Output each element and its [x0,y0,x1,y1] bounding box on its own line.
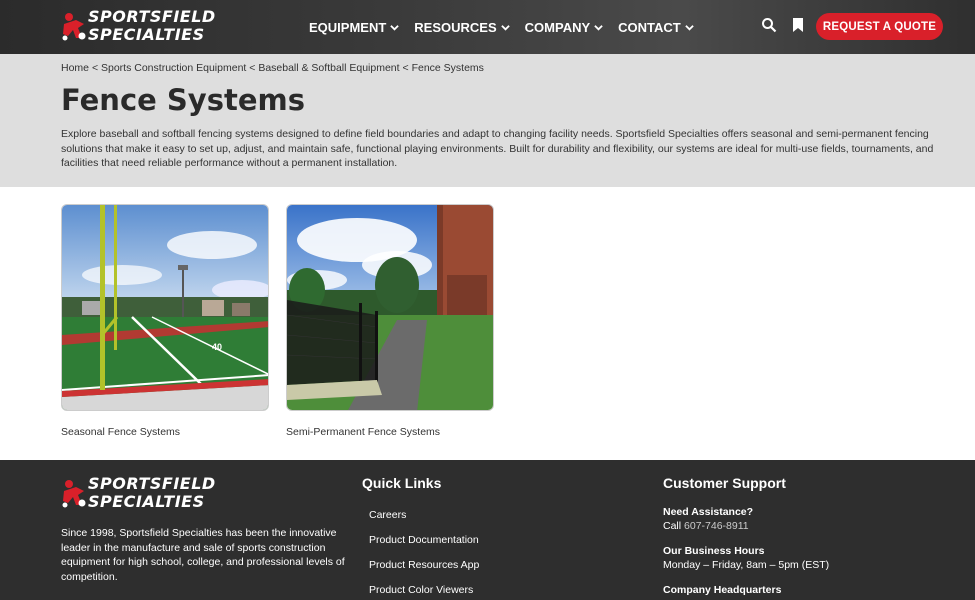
breadcrumb-home[interactable]: Home [61,62,89,74]
site-logo[interactable]: SPORTSFIELD SPECIALTIES [60,8,215,46]
nav-company[interactable]: COMPANY [525,20,603,35]
logo-text-line1: SPORTSFIELD [88,7,216,26]
page-intro: Explore baseball and softball fencing sy… [61,128,934,169]
chevron-down-icon [594,24,603,31]
need-assistance-label: Need Assistance? [663,506,754,518]
footer-about: Since 1998, Sportsfield Specialties has … [61,527,345,583]
footer-logo[interactable]: SPORTSFIELD SPECIALTIES [60,475,215,513]
footer-logo-line1: SPORTSFIELD [88,474,216,493]
chevron-down-icon [684,24,694,31]
quick-links-title: Quick Links [362,475,442,491]
nav-resources[interactable]: RESOURCES [414,20,510,35]
logo-mark-icon [62,13,86,41]
request-quote-button[interactable]: REQUEST A QUOTE [816,13,943,40]
site-footer: SPORTSFIELD SPECIALTIES Since 1998, Spor… [0,460,975,600]
page-title: Fence Systems [61,83,305,117]
company-hq-label: Company Headquarters [663,584,782,596]
nav-equipment[interactable]: EQUIPMENT [309,20,400,35]
business-hours-label: Our Business Hours [663,545,765,557]
footer-link-product-resources-app[interactable]: Product Resources App [369,559,479,571]
category-card-seasonal[interactable]: 40 Seasonal Fence Systems [61,204,269,438]
main-nav: EQUIPMENT RESOURCES COMPANY CONTACT [309,0,709,54]
footer-link-product-color-viewers[interactable]: Product Color Viewers [369,584,473,596]
breadcrumb: Home < Sports Construction Equipment < B… [61,62,484,74]
chevron-down-icon [500,24,510,31]
search-icon[interactable] [761,17,777,33]
field-yard-marker: 40 [212,342,222,352]
bookmark-icon[interactable] [790,17,806,33]
support-call: Call 607-746-8911 [663,520,749,532]
support-phone-link[interactable]: 607-746-8911 [684,520,749,532]
card-caption[interactable]: Seasonal Fence Systems [61,426,269,438]
breadcrumb-baseball-softball[interactable]: Baseball & Softball Equipment [258,62,399,74]
logo-text-line2: SPECIALTIES [88,25,205,44]
page-hero: Home < Sports Construction Equipment < B… [0,54,975,187]
chevron-down-icon [390,24,400,31]
seasonal-fence-photo[interactable]: 40 [61,204,269,411]
semi-permanent-fence-photo[interactable] [286,204,494,411]
card-caption[interactable]: Semi-Permanent Fence Systems [286,426,494,438]
footer-link-product-documentation[interactable]: Product Documentation [369,534,479,546]
category-card-semi-permanent[interactable]: Semi-Permanent Fence Systems [286,204,494,438]
nav-contact[interactable]: CONTACT [618,20,694,35]
site-header: SPORTSFIELD SPECIALTIES EQUIPMENT RESOUR… [0,0,975,54]
logo-mark-icon [62,480,86,508]
customer-support-title: Customer Support [663,475,786,491]
footer-logo-line2: SPECIALTIES [88,492,205,511]
business-hours: Monday – Friday, 8am – 5pm (EST) [663,559,830,571]
breadcrumb-sports-construction[interactable]: Sports Construction Equipment [101,62,246,74]
footer-link-careers[interactable]: Careers [369,509,406,521]
breadcrumb-current: Fence Systems [411,62,484,74]
